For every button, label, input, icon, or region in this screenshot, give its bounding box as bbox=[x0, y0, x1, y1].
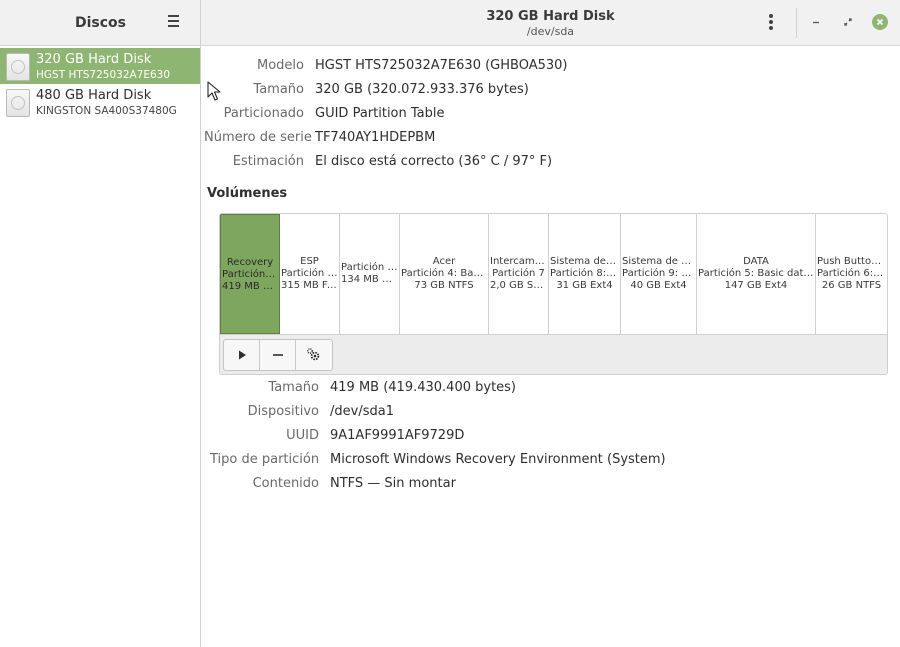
volume-size: 73 GB NTFS bbox=[414, 280, 474, 291]
hard-disk-icon bbox=[6, 53, 30, 81]
volume-partition: Partición 9: h… bbox=[622, 268, 696, 279]
close-icon bbox=[876, 18, 884, 26]
info-value: HGST HTS725032A7E630 (GHBOA530) bbox=[315, 58, 568, 73]
info-value: GUID Partition Table bbox=[315, 106, 445, 121]
volume-data[interactable]: DATA Partición 5: Basic data … 147 GB Ext4 bbox=[697, 214, 816, 334]
minimize-button[interactable] bbox=[808, 14, 824, 30]
volume-partition: Partición 3… bbox=[341, 262, 399, 273]
close-button[interactable] bbox=[872, 14, 888, 30]
disk-item-320gb[interactable]: 320 GB Hard Disk HGST HTS725032A7E630 bbox=[0, 48, 200, 84]
info-value: 320 GB (320.072.933.376 bytes) bbox=[315, 82, 529, 97]
volume-partition-9[interactable]: Sistema de ar… Partición 9: h… 40 GB Ext4 bbox=[621, 214, 697, 334]
volume-size: 2,0 GB Swap bbox=[490, 280, 548, 291]
minimize-icon bbox=[813, 21, 819, 24]
volume-swap[interactable]: Intercambio Partición 7 2,0 GB Swap bbox=[489, 214, 549, 334]
volume-recovery[interactable]: RecoveryPartición 1…419 MB NT… bbox=[220, 214, 280, 334]
info-label: Contenido bbox=[252, 476, 319, 491]
volume-label: Acer bbox=[432, 256, 456, 267]
info-label: Tamaño bbox=[268, 380, 319, 395]
volume-size: 31 GB Ext4 bbox=[556, 280, 613, 291]
volume-partition: Partición 6: B… bbox=[817, 268, 887, 279]
volumes-panel: RecoveryPartición 1…419 MB NT… ESPPartic… bbox=[219, 213, 888, 375]
volume-esp[interactable]: ESP Partición 2… 315 MB FAT bbox=[280, 214, 340, 334]
volume-strip: RecoveryPartición 1…419 MB NT… ESPPartic… bbox=[220, 214, 887, 334]
volume-size: 26 GB NTFS bbox=[821, 280, 882, 291]
volume-partition-8[interactable]: Sistema de a… Partición 8: d… 31 GB Ext4 bbox=[549, 214, 621, 334]
volume-label: DATA bbox=[743, 256, 769, 267]
info-label: Estimación bbox=[232, 154, 304, 169]
volume-size: 134 MB Un… bbox=[341, 274, 399, 285]
volume-partition: Partición 2… bbox=[281, 268, 339, 279]
play-icon bbox=[238, 350, 246, 360]
volume-partition: Partición 7 bbox=[492, 268, 545, 279]
info-value: TF740AY1HDEPBM bbox=[315, 130, 436, 145]
restore-icon bbox=[844, 18, 852, 26]
volume-push-button[interactable]: Push Button … Partición 6: B… 26 GB NTFS bbox=[816, 214, 887, 334]
menu-icon[interactable] bbox=[166, 15, 182, 29]
volume-partition: Partición 5: Basic data … bbox=[698, 268, 815, 279]
info-value: /dev/sda1 bbox=[330, 404, 394, 419]
disks-window: Discos 320 GB Hard Disk /dev/sda 320 GB … bbox=[0, 0, 900, 647]
info-value: 419 MB (419.430.400 bytes) bbox=[330, 380, 517, 395]
info-label: Dispositivo bbox=[247, 404, 319, 419]
disk-list: 320 GB Hard Disk HGST HTS725032A7E630 48… bbox=[0, 46, 201, 647]
volume-size: 419 MB NT… bbox=[222, 281, 279, 292]
info-label: Número de serie bbox=[204, 130, 312, 145]
header-bar: 320 GB Hard Disk /dev/sda bbox=[201, 0, 900, 46]
info-value: NTFS — Sin montar bbox=[330, 476, 456, 491]
disk-model: KINGSTON SA400S37480G bbox=[36, 105, 177, 117]
hard-disk-icon bbox=[6, 89, 30, 117]
disk-item-480gb[interactable]: 480 GB Hard Disk KINGSTON SA400S37480G bbox=[0, 84, 200, 120]
volumes-heading: Volúmenes bbox=[207, 186, 288, 201]
volume-tool-group bbox=[223, 339, 333, 371]
partition-options-button[interactable] bbox=[296, 340, 332, 370]
volume-label: Sistema de a… bbox=[550, 256, 620, 267]
volume-partition: Partición 8: d… bbox=[550, 268, 620, 279]
volume-size: 147 GB Ext4 bbox=[724, 280, 788, 291]
gears-icon bbox=[307, 348, 320, 361]
header-divider bbox=[796, 8, 797, 38]
info-value: 9A1AF9991AF9729D bbox=[330, 428, 465, 443]
disk-model: HGST HTS725032A7E630 bbox=[36, 69, 171, 81]
volume-partition-3[interactable]: Partición 3…134 MB Un… bbox=[340, 214, 400, 334]
delete-partition-button[interactable] bbox=[260, 340, 296, 370]
mount-button[interactable] bbox=[224, 340, 260, 370]
volume-label: Push Button … bbox=[817, 256, 887, 267]
disk-name: 320 GB Hard Disk bbox=[36, 52, 152, 67]
volume-size: 40 GB Ext4 bbox=[630, 280, 687, 291]
volume-label: Sistema de ar… bbox=[622, 256, 696, 267]
more-options-icon[interactable] bbox=[767, 14, 775, 32]
info-value: El disco está correcto (36° C / 97° F) bbox=[315, 154, 553, 169]
maximize-button[interactable] bbox=[840, 14, 856, 30]
volume-label: Intercambio bbox=[490, 256, 548, 267]
mouse-pointer-icon bbox=[207, 81, 221, 101]
info-value: Microsoft Windows Recovery Environment (… bbox=[330, 452, 666, 467]
volume-acer[interactable]: Acer Partición 4: Basi… 73 GB NTFS bbox=[400, 214, 489, 334]
volume-toolbar bbox=[220, 334, 887, 374]
volume-label: Recovery bbox=[226, 257, 274, 268]
volume-partition: Partición 4: Basi… bbox=[401, 268, 488, 279]
volume-label: ESP bbox=[300, 256, 319, 267]
info-label: Particionado bbox=[223, 106, 304, 121]
info-label: Tipo de partición bbox=[210, 452, 320, 467]
info-label: UUID bbox=[286, 428, 319, 443]
disk-name: 480 GB Hard Disk bbox=[36, 88, 152, 103]
sidebar-header: Discos bbox=[0, 0, 201, 46]
volume-size: 315 MB FAT bbox=[281, 280, 339, 291]
volume-partition: Partición 1… bbox=[222, 269, 279, 280]
minus-icon bbox=[272, 354, 283, 356]
info-label: Modelo bbox=[257, 58, 304, 73]
